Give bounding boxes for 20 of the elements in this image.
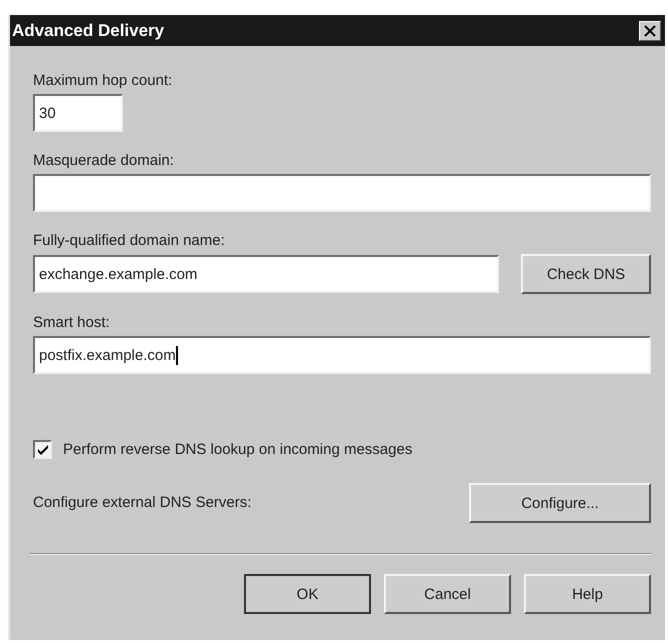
field-label: Masquerade domain: [33,152,175,170]
check-icon [36,444,48,456]
input-field[interactable]: exchange.example.com [33,255,499,293]
check-dns-button[interactable]: Check DNS [521,254,651,294]
checkbox-label: Perform reverse DNS lookup on incoming messages [63,440,412,458]
close-icon [643,24,657,36]
field-label: Maximum hop count: [33,72,174,90]
dialog-button[interactable]: Help [524,574,651,614]
input-field[interactable] [33,174,651,212]
window-title: Advanced Delivery [12,20,164,40]
dialog-button[interactable]: Cancel [384,574,511,614]
dns-servers-label: Configure external DNS Servers: [33,494,252,512]
dialog-button[interactable]: OK [244,574,371,614]
configure-button[interactable]: Configure... [469,483,651,523]
checkbox[interactable] [33,440,52,459]
input-field[interactable]: postfix.example.com [33,336,651,374]
field-label: Fully-qualified domain name: [33,232,226,250]
input-field[interactable]: 30 [33,94,123,132]
field-label: Smart host: [33,314,111,332]
close-button[interactable] [639,20,661,40]
